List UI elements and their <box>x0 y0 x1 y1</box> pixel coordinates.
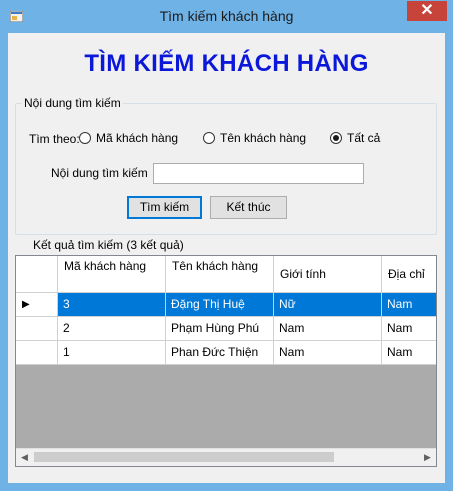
cell-address[interactable]: Nam <box>382 341 436 365</box>
cell-gender[interactable]: Nam <box>274 341 382 365</box>
column-header-customer-id[interactable]: Mã khách hàng <box>58 256 166 293</box>
cell-customer-name[interactable]: Đặng Thị Huệ <box>166 293 274 317</box>
scroll-thumb[interactable] <box>34 452 334 462</box>
search-content-input[interactable] <box>153 163 364 184</box>
radio-all[interactable]: Tất cả <box>330 131 380 145</box>
radio-selected-icon <box>330 132 342 144</box>
search-content-label: Nội dung tìm kiếm <box>51 166 148 180</box>
cell-customer-id[interactable]: 3 <box>58 293 166 317</box>
row-header[interactable]: ▶ <box>16 293 58 317</box>
cell-customer-id[interactable]: 2 <box>58 317 166 341</box>
window-title: Tìm kiếm khách hàng <box>159 8 294 24</box>
cell-address[interactable]: Nam <box>382 293 436 317</box>
current-row-arrow-icon: ▶ <box>22 299 30 310</box>
cell-address[interactable]: Nam <box>382 317 436 341</box>
table-row[interactable]: 2 Phạm Hùng Phú Nam Nam <box>16 317 436 341</box>
row-header[interactable] <box>16 341 58 365</box>
radio-customer-name-label: Tên khách hàng <box>220 131 307 145</box>
exit-button[interactable]: Kết thúc <box>210 196 287 219</box>
search-groupbox: Nội dung tìm kiếm Tìm theo: Mã khách hàn… <box>15 96 437 235</box>
grid-header-row: Mã khách hàng Tên khách hàng Giới tính Đ… <box>16 256 436 293</box>
row-header[interactable] <box>16 317 58 341</box>
search-button[interactable]: Tìm kiếm <box>127 196 202 219</box>
results-group-legend: Kết quả tìm kiếm (3 kết quả) <box>31 238 186 252</box>
results-datagrid[interactable]: Mã khách hàng Tên khách hàng Giới tính Đ… <box>15 255 437 467</box>
scroll-right-icon[interactable]: ▶ <box>419 449 436 466</box>
scroll-left-icon[interactable]: ◀ <box>16 449 33 466</box>
radio-circle-icon <box>203 132 215 144</box>
close-button[interactable]: ✕ <box>407 1 447 21</box>
radio-all-label: Tất cả <box>347 131 381 145</box>
row-header-corner <box>16 256 58 293</box>
cell-gender[interactable]: Nữ <box>274 293 382 317</box>
search-group-legend: Nội dung tìm kiếm <box>22 96 123 110</box>
cell-customer-id[interactable]: 1 <box>58 341 166 365</box>
column-header-customer-name[interactable]: Tên khách hàng <box>166 256 274 293</box>
form-client-area: TÌM KIẾM KHÁCH HÀNG Nội dung tìm kiếm Tì… <box>8 33 445 483</box>
cell-gender[interactable]: Nam <box>274 317 382 341</box>
form-heading: TÌM KIẾM KHÁCH HÀNG <box>84 50 369 77</box>
radio-customer-id[interactable]: Mã khách hàng <box>79 131 178 145</box>
search-by-label: Tìm theo: <box>29 132 80 146</box>
radio-circle-icon <box>79 132 91 144</box>
horizontal-scrollbar[interactable]: ◀ ▶ <box>16 448 436 466</box>
cell-customer-name[interactable]: Phan Đức Thiện <box>166 341 274 365</box>
title-bar[interactable]: Tìm kiếm khách hàng ✕ <box>1 1 452 33</box>
table-row[interactable]: ▶ 3 Đặng Thị Huệ Nữ Nam <box>16 293 436 317</box>
column-header-gender[interactable]: Giới tính <box>274 256 382 293</box>
column-header-address[interactable]: Địa chỉ <box>382 256 436 293</box>
main-window: Tìm kiếm khách hàng ✕ TÌM KIẾM KHÁCH HÀN… <box>0 0 453 491</box>
table-row[interactable]: 1 Phan Đức Thiện Nam Nam <box>16 341 436 365</box>
radio-customer-id-label: Mã khách hàng <box>96 131 179 145</box>
cell-customer-name[interactable]: Phạm Hùng Phú <box>166 317 274 341</box>
radio-customer-name[interactable]: Tên khách hàng <box>203 131 306 145</box>
